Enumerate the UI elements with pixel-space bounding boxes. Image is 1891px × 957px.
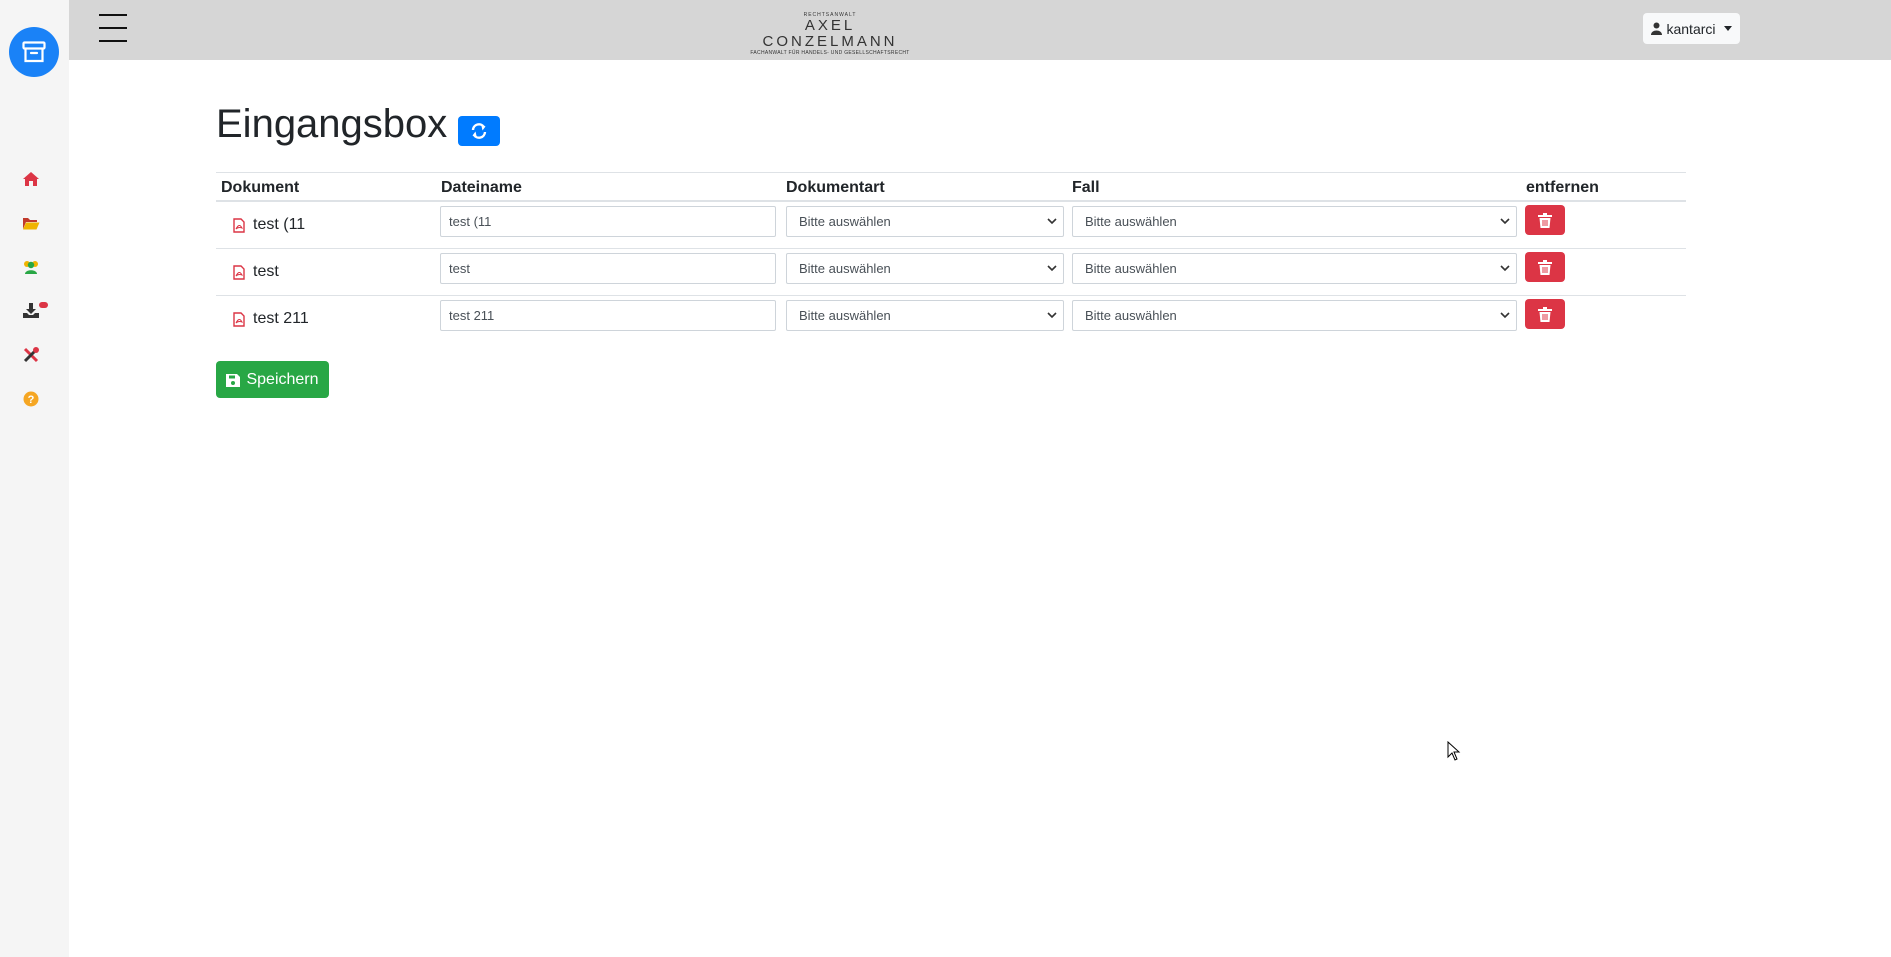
doctype-select[interactable]: Bitte auswählen [786,206,1064,237]
sidebar-item-settings[interactable] [20,344,42,366]
case-select[interactable]: Bitte auswählen [1072,206,1517,237]
table-header: Dokument Dateiname Dokumentart Fall entf… [216,172,1686,202]
document-name: test 211 [253,310,309,327]
chevron-down-icon [1047,218,1057,225]
case-select[interactable]: Bitte auswählen [1072,253,1517,284]
chevron-down-icon [1500,265,1510,272]
help-circle-icon: ? [23,391,39,407]
floppy-disk-icon [226,373,241,387]
archive-box-icon [22,41,46,63]
case-select[interactable]: Bitte auswählen [1072,300,1517,331]
mouse-cursor-icon [1447,741,1461,761]
logo-main-text: AXEL CONZELMANN [762,17,898,50]
logo-sub-text: FACHANWALT FÜR HANDELS- UND GESELLSCHAFT… [750,50,910,56]
save-button[interactable]: Speichern [216,361,329,398]
home-icon [23,172,39,186]
filename-input[interactable] [440,300,776,331]
save-button-label: Speichern [246,370,319,388]
top-navbar: RECHTSANWALT AXEL CONZELMANN FACHANWALT … [69,0,1891,60]
pdf-file-icon [233,264,245,280]
pdf-file-icon [233,311,245,327]
hamburger-line [99,14,127,16]
trash-icon [1538,306,1552,322]
document-link[interactable]: test (11 [233,216,305,234]
doctype-select[interactable]: Bitte auswählen [786,253,1064,284]
delete-button[interactable] [1525,205,1565,235]
menu-toggle-button[interactable] [99,14,127,42]
doctype-select-value: Bitte auswählen [799,308,891,323]
user-icon [1651,22,1663,35]
user-menu-button[interactable]: kantarci [1643,13,1740,44]
chevron-down-icon [1047,312,1057,319]
case-select-value: Bitte auswählen [1085,261,1177,276]
document-link[interactable]: test 211 [233,310,309,328]
table-row: test (11 Bitte auswählen Bitte auswählen [216,202,1686,249]
inbox-download-icon [23,303,39,318]
chevron-down-icon [1047,265,1057,272]
hamburger-line [99,40,127,42]
column-header-filename: Dateiname [441,179,522,196]
trash-icon [1538,212,1552,228]
trash-icon [1538,259,1552,275]
company-logo: RECHTSANWALT AXEL CONZELMANN FACHANWALT … [735,12,925,56]
table-row: test 211 Bitte auswählen Bitte auswählen [216,296,1686,343]
users-icon [24,261,38,274]
filename-input[interactable] [440,206,776,237]
hamburger-line [99,27,127,29]
table-row: test Bitte auswählen Bitte auswählen [216,249,1686,296]
doctype-select-value: Bitte auswählen [799,261,891,276]
caret-down-icon [1723,26,1732,31]
column-header-case: Fall [1072,179,1100,196]
refresh-button[interactable] [458,116,500,146]
sidebar-item-folders[interactable] [20,212,42,234]
sidebar-item-inbox[interactable] [20,300,48,322]
document-link[interactable]: test [233,263,279,281]
delete-button[interactable] [1525,299,1565,329]
doctype-select-value: Bitte auswählen [799,214,891,229]
case-select-value: Bitte auswählen [1085,214,1177,229]
tools-icon [23,347,39,363]
sidebar-item-home[interactable] [20,168,42,190]
delete-button[interactable] [1525,252,1565,282]
filename-input[interactable] [440,253,776,284]
page-title: Eingangsbox [216,102,448,146]
sidebar-item-clients[interactable] [20,256,42,278]
column-header-document: Dokument [221,179,300,196]
sidebar: ? [0,0,69,957]
chevron-down-icon [1500,218,1510,225]
sidebar-item-help[interactable]: ? [20,388,42,410]
column-header-remove: entfernen [1526,179,1599,196]
doctype-select[interactable]: Bitte auswählen [786,300,1064,331]
document-name: test [253,263,279,280]
case-select-value: Bitte auswählen [1085,308,1177,323]
column-header-doctype: Dokumentart [786,179,885,196]
inbox-table: Dokument Dateiname Dokumentart Fall entf… [216,172,1686,343]
refresh-icon [471,123,487,139]
app-logo-button[interactable] [9,27,59,77]
notification-badge [39,302,48,308]
svg-text:?: ? [28,394,35,406]
pdf-file-icon [233,217,245,233]
username-label: kantarci [1666,20,1716,37]
document-name: test (11 [253,216,306,233]
chevron-down-icon [1500,312,1510,319]
folder-open-icon [23,218,40,230]
